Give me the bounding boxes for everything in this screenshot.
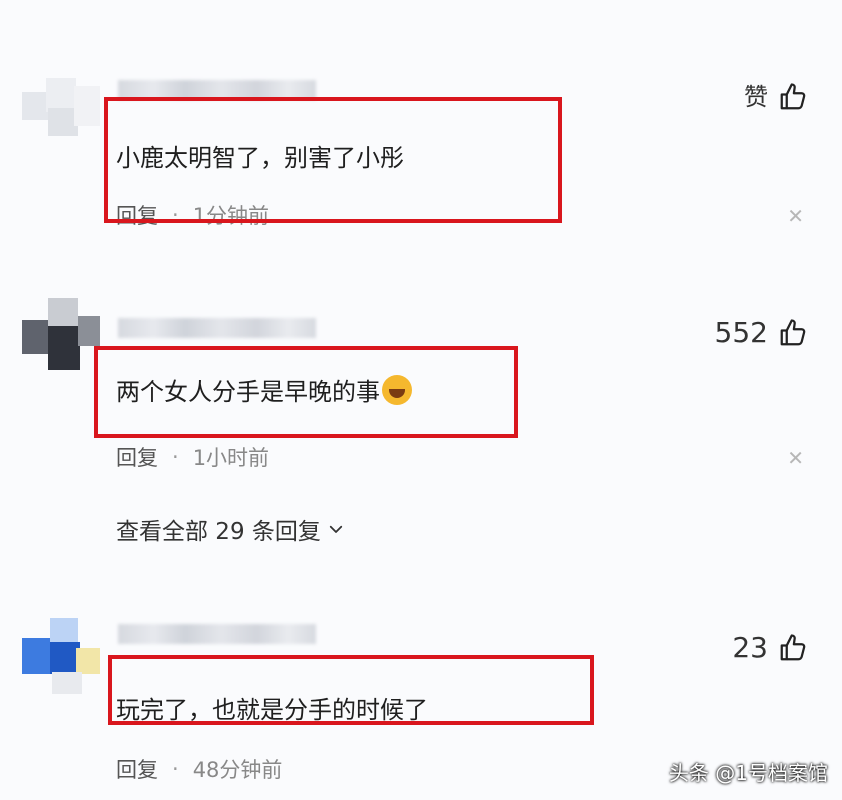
thumbs-up-icon [780,83,806,110]
meta-separator: · [172,757,179,781]
comment-time: 1小时前 [192,446,270,470]
user-avatar[interactable] [22,298,100,376]
highlight-box [94,346,518,438]
like-count: 552 [714,316,768,349]
watermark: 头条 @1号档案馆 [668,761,828,785]
comment-meta: 回复 · 48分钟前 [116,754,282,784]
meta-separator: · [172,445,179,469]
close-icon[interactable]: ✕ [787,448,804,468]
like-label: 赞 [744,83,768,111]
user-avatar[interactable] [22,618,100,696]
close-icon[interactable]: ✕ [787,206,804,226]
chevron-down-icon [329,525,343,533]
like-count: 23 [732,631,768,664]
user-avatar[interactable] [22,78,100,156]
comment-meta: 回复 · 1小时前 [116,442,269,472]
highlight-box [108,655,594,725]
reply-button[interactable]: 回复 [116,754,158,784]
like-button[interactable]: 552 [715,318,808,348]
username-blurred[interactable] [118,624,316,644]
like-button[interactable]: 赞 [744,82,808,112]
thumbs-up-icon [780,319,806,346]
comment-time: 48分钟前 [192,758,283,782]
like-button[interactable]: 23 [732,633,808,663]
thumbs-up-icon [780,634,806,661]
username-blurred[interactable] [118,318,316,338]
view-all-label: 查看全部 29 条回复 [116,519,321,545]
view-all-replies-link[interactable]: 查看全部 29 条回复 [116,512,345,546]
reply-button[interactable]: 回复 [116,442,158,472]
highlight-box [104,97,562,223]
